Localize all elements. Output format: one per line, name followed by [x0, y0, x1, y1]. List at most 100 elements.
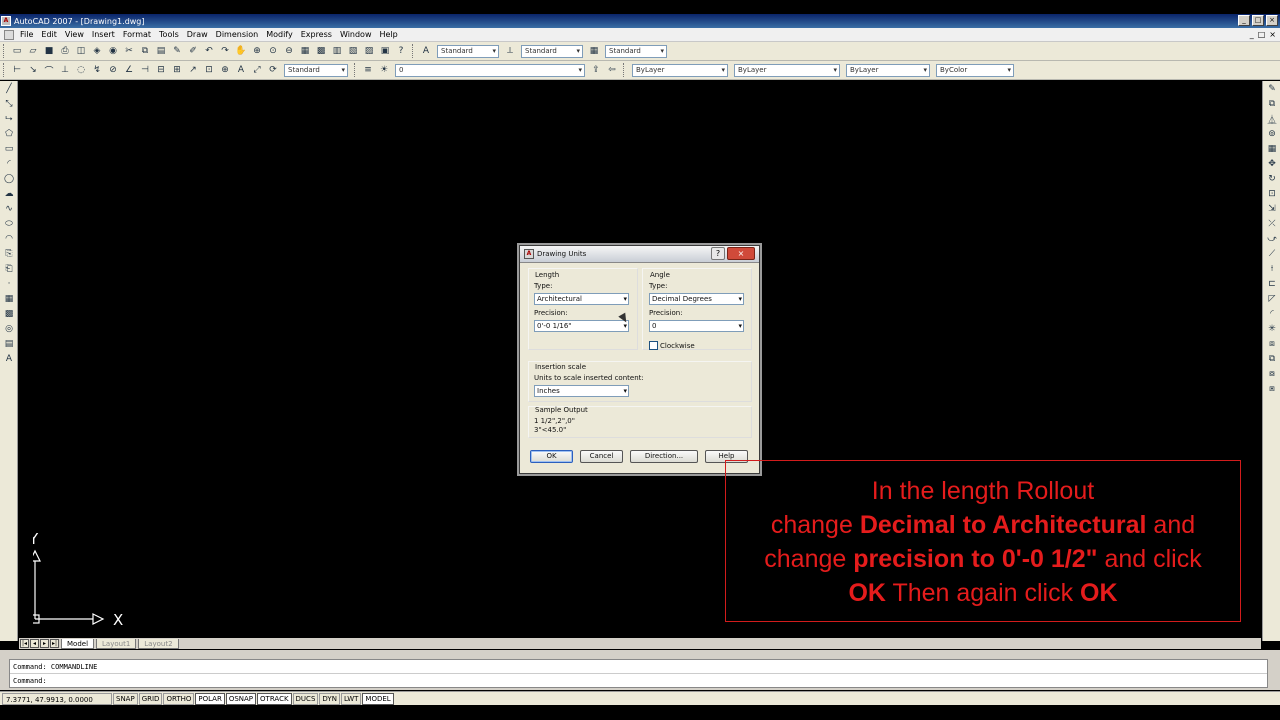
zoom-previous-icon[interactable]: ⊖: [282, 44, 296, 58]
menu-format[interactable]: Format: [119, 30, 155, 39]
angle-type-select[interactable]: Decimal Degrees ▾: [649, 293, 744, 305]
redo-icon[interactable]: ↷: [218, 44, 232, 58]
open-file-icon[interactable]: ▱: [26, 44, 40, 58]
cut-icon[interactable]: ✂: [122, 44, 136, 58]
toolbar-grip[interactable]: [3, 44, 6, 58]
extend-icon[interactable]: ⤻: [1265, 232, 1279, 246]
sheet-set-icon[interactable]: ▧: [346, 44, 360, 58]
bring-above-icon[interactable]: ⧆: [1265, 382, 1279, 396]
construction-line-icon[interactable]: ⤡: [2, 97, 16, 111]
print-preview-icon[interactable]: ◫: [74, 44, 88, 58]
line-icon[interactable]: ╱: [2, 82, 16, 96]
polygon-icon[interactable]: ⬠: [2, 127, 16, 141]
zoom-window-icon[interactable]: ⊙: [266, 44, 280, 58]
lwt-toggle[interactable]: LWT: [340, 692, 362, 705]
revision-cloud-icon[interactable]: ☁: [2, 187, 16, 201]
coordinate-readout[interactable]: 7.3771, 47.9913, 0.0000: [2, 692, 112, 705]
pan-icon[interactable]: ✋: [234, 44, 248, 58]
dim-text-edit-icon[interactable]: ⤢: [250, 63, 264, 77]
properties-icon[interactable]: ▦: [298, 44, 312, 58]
ducs-toggle[interactable]: DUCS: [292, 692, 319, 705]
calculator-icon[interactable]: ▣: [378, 44, 392, 58]
command-box[interactable]: Command: COMMANDLINE Command:: [9, 659, 1268, 688]
zoom-realtime-icon[interactable]: ⊕: [250, 44, 264, 58]
rectangle-icon[interactable]: ▭: [2, 142, 16, 156]
length-precision-select[interactable]: 0'-0 1/16" ▾: [534, 320, 629, 332]
toolbar-grip[interactable]: [412, 44, 415, 58]
fillet-icon[interactable]: ◜: [1265, 307, 1279, 321]
dim-style-icon[interactable]: ⟂: [503, 44, 517, 58]
toolbar-grip[interactable]: [623, 63, 626, 77]
menu-tools[interactable]: Tools: [155, 30, 183, 39]
dim-style-select[interactable]: Standard: [521, 44, 583, 58]
length-type-select[interactable]: Architectural ▾: [534, 293, 629, 305]
dim-update-icon[interactable]: ⟳: [266, 63, 280, 77]
menu-draw[interactable]: Draw: [183, 30, 212, 39]
menu-view[interactable]: View: [61, 30, 88, 39]
draw-order-icon[interactable]: ⧈: [1265, 337, 1279, 351]
model-toggle[interactable]: MODEL: [362, 692, 394, 705]
lightbulb-icon[interactable]: ☀: [377, 63, 391, 77]
help-icon[interactable]: ?: [394, 44, 408, 58]
color-select[interactable]: ByLayer: [632, 63, 728, 77]
array-icon[interactable]: ▦: [1265, 142, 1279, 156]
grid-toggle[interactable]: GRID: [138, 692, 163, 705]
table-style-select[interactable]: Standard: [605, 44, 667, 58]
tool-palettes-icon[interactable]: ▥: [330, 44, 344, 58]
undo-icon[interactable]: ↶: [202, 44, 216, 58]
ellipse-arc-icon[interactable]: ◠: [2, 232, 16, 246]
menu-file[interactable]: File: [16, 30, 37, 39]
continue-icon[interactable]: ⊞: [170, 63, 184, 77]
point-icon[interactable]: ·: [2, 277, 16, 291]
gradient-icon[interactable]: ▩: [2, 307, 16, 321]
menu-modify[interactable]: Modify: [262, 30, 297, 39]
copy-object-icon[interactable]: ⧉: [1265, 97, 1279, 111]
radius-icon[interactable]: ◌: [74, 63, 88, 77]
hatch-icon[interactable]: ▦: [2, 292, 16, 306]
ortho-toggle[interactable]: ORTHO: [163, 692, 195, 705]
document-icon[interactable]: [4, 29, 14, 40]
dim-edit-icon[interactable]: A: [234, 63, 248, 77]
layer-previous-icon[interactable]: ⇦: [605, 63, 619, 77]
publish-icon[interactable]: ◈: [90, 44, 104, 58]
center-mark-icon[interactable]: ⊕: [218, 63, 232, 77]
menu-express[interactable]: Express: [297, 30, 336, 39]
close-button[interactable]: ×: [1266, 15, 1278, 26]
layer-select[interactable]: 0: [395, 63, 585, 77]
move-icon[interactable]: ✥: [1265, 157, 1279, 171]
doc-minimize-button[interactable]: _: [1250, 30, 1254, 39]
text-style-select[interactable]: Standard: [437, 44, 499, 58]
snap-toggle[interactable]: SNAP: [113, 692, 138, 705]
jogged-icon[interactable]: ↯: [90, 63, 104, 77]
new-file-icon[interactable]: ▭: [10, 44, 24, 58]
rotate-icon[interactable]: ↻: [1265, 172, 1279, 186]
last-tab-button[interactable]: ▸|: [50, 639, 59, 648]
dyn-toggle[interactable]: DYN: [319, 692, 340, 705]
minimize-button[interactable]: _: [1238, 15, 1250, 26]
aligned-dim-icon[interactable]: ↘: [26, 63, 40, 77]
circle-icon[interactable]: ◯: [2, 172, 16, 186]
doc-restore-button[interactable]: □: [1258, 30, 1266, 39]
copy-icon[interactable]: ⧉: [138, 44, 152, 58]
diameter-icon[interactable]: ⊘: [106, 63, 120, 77]
layer-manager-icon[interactable]: ≡: [361, 63, 375, 77]
doc-close-button[interactable]: ×: [1269, 30, 1276, 39]
design-center-icon[interactable]: ▩: [314, 44, 328, 58]
angular-icon[interactable]: ∠: [122, 63, 136, 77]
otrack-toggle[interactable]: OTRACK: [257, 692, 292, 705]
save-icon[interactable]: ■: [42, 44, 56, 58]
mirror-icon[interactable]: ⏅: [1265, 112, 1279, 126]
ok-button[interactable]: OK: [530, 450, 573, 463]
markup-icon[interactable]: ▨: [362, 44, 376, 58]
dialog-title-bar[interactable]: A Drawing Units ? ×: [520, 246, 759, 263]
multiline-text-icon[interactable]: A: [2, 352, 16, 366]
linear-dim-icon[interactable]: ⊢: [10, 63, 24, 77]
cancel-button[interactable]: Cancel: [580, 450, 623, 463]
arc-icon[interactable]: ◜: [2, 157, 16, 171]
print-icon[interactable]: ⎙: [58, 44, 72, 58]
offset-icon[interactable]: ⊚: [1265, 127, 1279, 141]
close-icon[interactable]: ×: [727, 247, 755, 260]
arc-length-icon[interactable]: ⌒: [42, 63, 56, 77]
polyline-icon[interactable]: ⮡: [2, 112, 16, 126]
quick-dim-icon[interactable]: ⊣: [138, 63, 152, 77]
